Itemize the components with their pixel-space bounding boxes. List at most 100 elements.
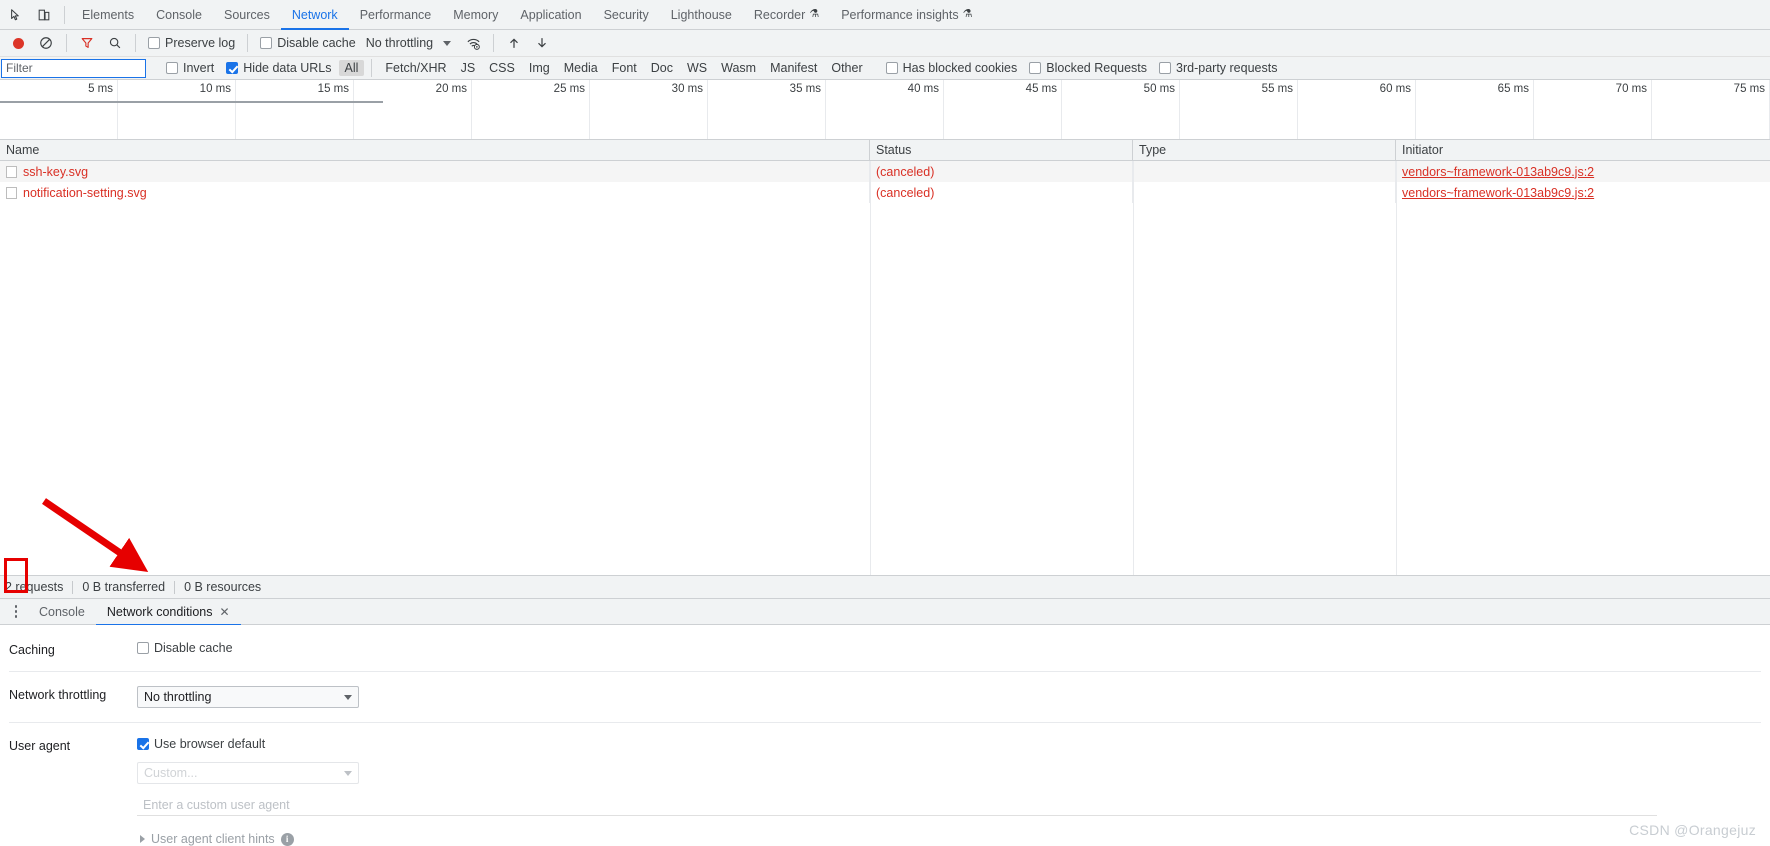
hide-data-urls-input[interactable] (226, 62, 239, 74)
tab-elements[interactable]: Elements (71, 1, 145, 30)
tab-console[interactable]: Console (145, 1, 213, 30)
tab-lighthouse[interactable]: Lighthouse (660, 1, 743, 30)
tab-memory[interactable]: Memory (442, 1, 509, 30)
cell-initiator[interactable]: vendors~framework-013ab9c9.js:2 (1396, 161, 1770, 182)
tab-label: Performance (359, 7, 432, 22)
table-row[interactable]: ssh-key.svg (canceled) vendors~framework… (0, 161, 1770, 182)
has-blocked-cookies-input[interactable] (885, 62, 898, 74)
tab-performance-insights[interactable]: Performance insights ⚗ (830, 1, 983, 30)
filter-type-fetch-xhr[interactable]: Fetch/XHR (379, 60, 452, 76)
close-icon[interactable]: ✕ (219, 605, 229, 619)
timeline-cell: 10 ms (118, 80, 236, 139)
nc-disable-cache-checkbox[interactable]: Disable cache (137, 641, 1770, 655)
user-agent-client-hints-toggle[interactable]: User agent client hints i (140, 832, 1770, 846)
invert-input[interactable] (166, 62, 178, 74)
drawer-tab-console[interactable]: Console (28, 600, 96, 626)
cell-name[interactable]: ssh-key.svg (0, 161, 870, 182)
filter-type-doc[interactable]: Doc (645, 60, 679, 76)
search-icon[interactable] (101, 30, 129, 56)
filter-type-img[interactable]: Img (523, 60, 556, 76)
watermark: CSDN @Orangejuz (1629, 822, 1756, 838)
blocked-requests-checkbox[interactable]: Blocked Requests (1023, 61, 1153, 75)
timeline-tick-label: 50 ms (1143, 83, 1175, 95)
throttling-value[interactable]: No throttling (362, 36, 437, 50)
filter-type-font[interactable]: Font (606, 60, 643, 76)
timeline-cell: 70 ms (1534, 80, 1652, 139)
export-har-icon[interactable] (528, 30, 556, 56)
toolbar-divider (135, 34, 136, 52)
tab-label: Recorder (753, 7, 806, 22)
throttling-select[interactable]: No throttling (137, 686, 359, 708)
tab-label: Application (520, 7, 582, 22)
tab-label: Sources (223, 7, 270, 22)
filter-type-all[interactable]: All (338, 60, 365, 76)
use-browser-default-label[interactable]: Use browser default (154, 737, 265, 751)
blocked-requests-label[interactable]: Blocked Requests (1046, 61, 1147, 75)
table-row[interactable]: notification-setting.svg (canceled) vend… (0, 182, 1770, 203)
network-conditions-icon[interactable] (459, 30, 487, 56)
filter-type-js[interactable]: JS (455, 60, 482, 76)
file-icon (6, 165, 17, 178)
third-party-requests-checkbox[interactable]: 3rd-party requests (1153, 61, 1283, 75)
has-blocked-cookies-checkbox[interactable]: Has blocked cookies (880, 61, 1024, 75)
initiator-link[interactable]: vendors~framework-013ab9c9.js:2 (1402, 186, 1594, 200)
tab-network[interactable]: Network (280, 1, 349, 30)
tab-sources[interactable]: Sources (213, 1, 281, 30)
request-name[interactable]: notification-setting.svg (23, 186, 147, 200)
status-transferred: 0 B transferred (82, 580, 166, 594)
filter-type-manifest[interactable]: Manifest (764, 60, 823, 76)
cell-name[interactable]: notification-setting.svg (0, 182, 870, 203)
preserve-log-input[interactable] (148, 37, 160, 49)
inspect-element-icon[interactable] (2, 2, 30, 28)
invert-label[interactable]: Invert (183, 61, 214, 75)
timeline-tick-label: 65 ms (1497, 83, 1529, 95)
filter-input[interactable] (1, 58, 146, 78)
more-tools-icon[interactable] (6, 601, 26, 623)
disable-cache-input[interactable] (260, 37, 273, 49)
preserve-log-checkbox[interactable]: Preserve log (142, 36, 241, 50)
tab-security[interactable]: Security (593, 1, 660, 30)
drawer-tab-network-conditions[interactable]: Network conditions ✕ (95, 600, 241, 626)
hide-data-urls-checkbox[interactable]: Hide data URLs (220, 61, 337, 75)
preserve-log-label[interactable]: Preserve log (165, 36, 235, 50)
column-header-type[interactable]: Type (1133, 140, 1396, 160)
throttling-select-wrapper[interactable]: No throttling (137, 686, 359, 708)
filter-type-other[interactable]: Other (825, 60, 868, 76)
column-header-name[interactable]: Name (0, 140, 870, 160)
toolbar-divider (493, 34, 495, 52)
use-browser-default-checkbox[interactable]: Use browser default (137, 737, 1770, 751)
nc-disable-cache-input[interactable] (137, 642, 149, 654)
column-header-initiator[interactable]: Initiator (1396, 140, 1770, 160)
clear-button[interactable] (32, 30, 60, 56)
third-party-requests-label[interactable]: 3rd-party requests (1176, 61, 1277, 75)
filter-type-wasm[interactable]: Wasm (715, 60, 762, 76)
request-name[interactable]: ssh-key.svg (23, 165, 88, 179)
tab-recorder[interactable]: Recorder ⚗ (743, 1, 830, 30)
filter-type-media[interactable]: Media (558, 60, 604, 76)
disable-cache-label[interactable]: Disable cache (277, 36, 356, 50)
filter-type-ws[interactable]: WS (681, 60, 713, 76)
disable-cache-checkbox[interactable]: Disable cache (254, 36, 362, 50)
chevron-down-icon[interactable] (443, 40, 452, 46)
tab-application[interactable]: Application (509, 1, 592, 30)
tab-label: Memory (453, 7, 499, 22)
has-blocked-cookies-label[interactable]: Has blocked cookies (903, 61, 1018, 75)
tab-performance[interactable]: Performance (349, 1, 443, 30)
record-button[interactable] (4, 30, 32, 56)
nc-disable-cache-label[interactable]: Disable cache (154, 641, 233, 655)
timeline-tick-label: 10 ms (199, 83, 231, 95)
use-browser-default-input[interactable] (137, 738, 149, 750)
initiator-link[interactable]: vendors~framework-013ab9c9.js:2 (1402, 165, 1594, 179)
column-header-status[interactable]: Status (870, 140, 1133, 160)
filter-icon[interactable] (73, 30, 101, 56)
blocked-requests-input[interactable] (1029, 62, 1042, 74)
cell-initiator[interactable]: vendors~framework-013ab9c9.js:2 (1396, 182, 1770, 203)
invert-checkbox[interactable]: Invert (160, 61, 220, 75)
hide-data-urls-label[interactable]: Hide data URLs (243, 61, 331, 75)
info-icon[interactable]: i (280, 832, 294, 846)
third-party-requests-input[interactable] (1159, 62, 1172, 74)
device-toolbar-icon[interactable] (30, 2, 58, 28)
import-har-icon[interactable] (500, 30, 528, 56)
filter-type-css[interactable]: CSS (483, 60, 521, 76)
network-timeline-overview[interactable]: 5 ms 10 ms 15 ms 20 ms 25 ms 30 ms 35 ms… (0, 80, 1770, 140)
